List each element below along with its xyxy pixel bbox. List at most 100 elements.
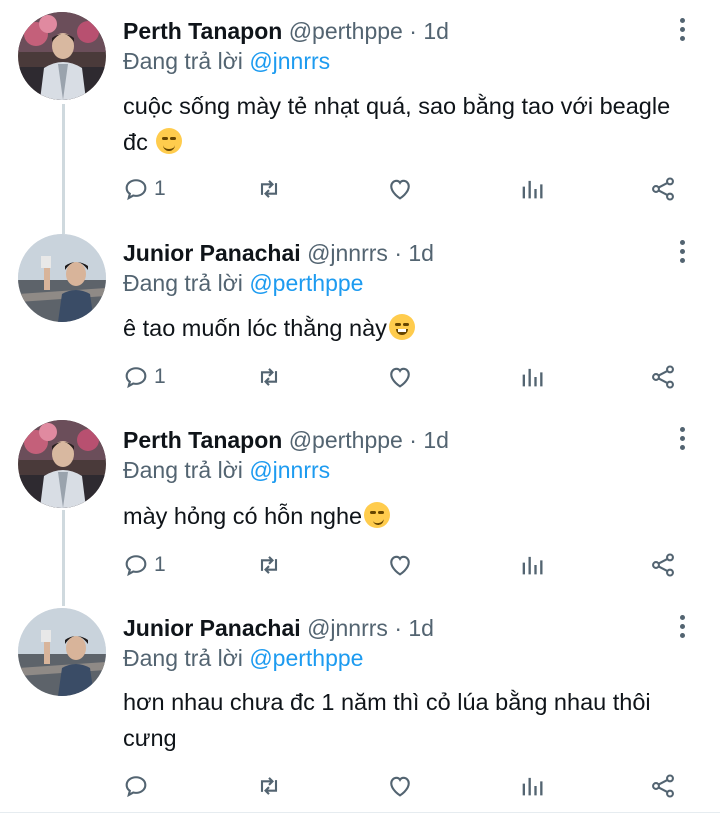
avatar-perth[interactable] <box>18 12 106 100</box>
share-button[interactable] <box>649 769 677 803</box>
reply-prefix: Đang trả lời <box>123 645 243 671</box>
more-icon[interactable] <box>678 18 688 44</box>
retweet-icon <box>260 777 278 795</box>
tweet-text-line: cưng <box>123 725 177 751</box>
retweet-button[interactable] <box>255 769 283 803</box>
separator-dot: · <box>409 427 417 453</box>
reply-icon <box>125 179 147 201</box>
like-icon <box>390 367 410 388</box>
avatar-perth[interactable] <box>18 420 106 508</box>
tweet-header: Junior Panachai @jnnrrs · 1d <box>123 614 434 642</box>
avatar-junior[interactable] <box>18 608 106 696</box>
reply-prefix: Đang trả lời <box>123 270 243 296</box>
tweet-text: ê tao muốn lóc thằng này <box>123 310 693 346</box>
smirking-face-emoji <box>364 502 391 528</box>
share-button[interactable] <box>649 548 677 582</box>
analytics-icon <box>522 777 543 796</box>
author-name[interactable]: Junior Panachai <box>123 240 301 266</box>
analytics-icon <box>522 556 543 575</box>
author-handle[interactable]: @perthppe <box>289 427 403 453</box>
like-button[interactable] <box>386 360 414 394</box>
like-button[interactable] <box>386 548 414 582</box>
tweet-text-line: cuộc sống mày tẻ nhạt quá, sao bằng tao … <box>123 93 671 119</box>
like-icon <box>390 776 410 797</box>
separator-dot: · <box>394 615 402 641</box>
reply-count: 1 <box>154 365 166 388</box>
tweet-text-line: ê tao muốn lóc thằng này <box>123 315 387 341</box>
replying-to: Đang trả lời @perthppe <box>123 644 363 672</box>
reply-mention[interactable]: @perthppe <box>249 645 363 671</box>
replying-to: Đang trả lời @jnnrrs <box>123 47 330 75</box>
tweet[interactable]: Junior Panachai @jnnrrs · 1d Đang trả lờ… <box>0 222 720 410</box>
tweet[interactable]: Junior Panachai @jnnrrs · 1d Đang trả lờ… <box>0 598 720 812</box>
reply-count: 1 <box>154 177 166 200</box>
retweet-button[interactable] <box>255 360 283 394</box>
reply-button[interactable] <box>122 769 154 803</box>
like-button[interactable] <box>386 172 414 206</box>
more-icon[interactable] <box>678 240 688 266</box>
reply-icon <box>125 555 147 577</box>
timestamp[interactable]: 1d <box>423 18 449 44</box>
tweet[interactable]: Perth Tanapon @perthppe · 1d Đang trả lờ… <box>0 410 720 598</box>
like-icon <box>390 555 410 576</box>
timestamp[interactable]: 1d <box>408 240 434 266</box>
analytics-button[interactable] <box>518 172 546 206</box>
author-handle[interactable]: @perthppe <box>289 18 403 44</box>
tweet-header: Perth Tanapon @perthppe · 1d <box>123 17 449 45</box>
more-icon[interactable] <box>678 427 688 453</box>
reply-button[interactable]: 1 <box>122 172 166 206</box>
share-icon <box>652 177 674 201</box>
timestamp[interactable]: 1d <box>423 427 449 453</box>
share-icon <box>652 774 674 798</box>
author-name[interactable]: Junior Panachai <box>123 615 301 641</box>
tweet-actions: 1 <box>0 360 720 394</box>
divider <box>0 812 720 813</box>
retweet-button[interactable] <box>255 548 283 582</box>
share-icon <box>652 553 674 577</box>
tweet-text: cuộc sống mày tẻ nhạt quá, sao bằng tao … <box>123 88 693 160</box>
tweet-text: mày hỏng có hỗn nghe <box>123 498 693 534</box>
tweet-text-line: mày hỏng có hỗn nghe <box>123 503 363 529</box>
author-name[interactable]: Perth Tanapon <box>123 427 282 453</box>
tweet-actions: 1 <box>0 172 720 206</box>
tweet[interactable]: Perth Tanapon @perthppe · 1d Đang trả lờ… <box>0 0 720 222</box>
share-button[interactable] <box>649 172 677 206</box>
reply-count: 1 <box>154 553 166 576</box>
share-icon <box>652 365 674 389</box>
separator-dot: · <box>409 18 417 44</box>
tweet-actions: 1 <box>0 548 720 582</box>
retweet-button[interactable] <box>255 172 283 206</box>
tweet-text-line: hơn nhau chưa đc 1 năm thì cỏ lúa bằng n… <box>123 689 651 715</box>
author-handle[interactable]: @jnnrrs <box>307 240 388 266</box>
separator-dot: · <box>394 240 402 266</box>
reply-icon <box>125 776 147 798</box>
reply-mention[interactable]: @perthppe <box>249 270 363 296</box>
retweet-icon <box>260 556 278 574</box>
timestamp[interactable]: 1d <box>408 615 434 641</box>
share-button[interactable] <box>649 360 677 394</box>
tweet-header: Perth Tanapon @perthppe · 1d <box>123 426 449 454</box>
author-handle[interactable]: @jnnrrs <box>307 615 388 641</box>
reply-mention[interactable]: @jnnrrs <box>249 48 330 74</box>
retweet-icon <box>260 180 278 198</box>
analytics-button[interactable] <box>518 360 546 394</box>
analytics-button[interactable] <box>518 548 546 582</box>
analytics-icon <box>522 368 543 387</box>
author-name[interactable]: Perth Tanapon <box>123 18 282 44</box>
analytics-button[interactable] <box>518 769 546 803</box>
like-button[interactable] <box>386 769 414 803</box>
tweet-header: Junior Panachai @jnnrrs · 1d <box>123 239 434 267</box>
tweet-text-line: đc <box>123 129 148 155</box>
reply-mention[interactable]: @jnnrrs <box>249 457 330 483</box>
grinning-face-emoji <box>388 314 415 340</box>
replying-to: Đang trả lời @perthppe <box>123 269 363 297</box>
relieved-face-emoji <box>156 128 183 154</box>
avatar-junior[interactable] <box>18 234 106 322</box>
replying-to: Đang trả lời @jnnrrs <box>123 456 330 484</box>
tweet-text: hơn nhau chưa đc 1 năm thì cỏ lúa bằng n… <box>123 684 693 756</box>
reply-button[interactable]: 1 <box>122 548 166 582</box>
like-icon <box>390 179 410 200</box>
reply-button[interactable]: 1 <box>122 360 166 394</box>
more-icon[interactable] <box>678 615 688 641</box>
analytics-icon <box>522 180 543 199</box>
